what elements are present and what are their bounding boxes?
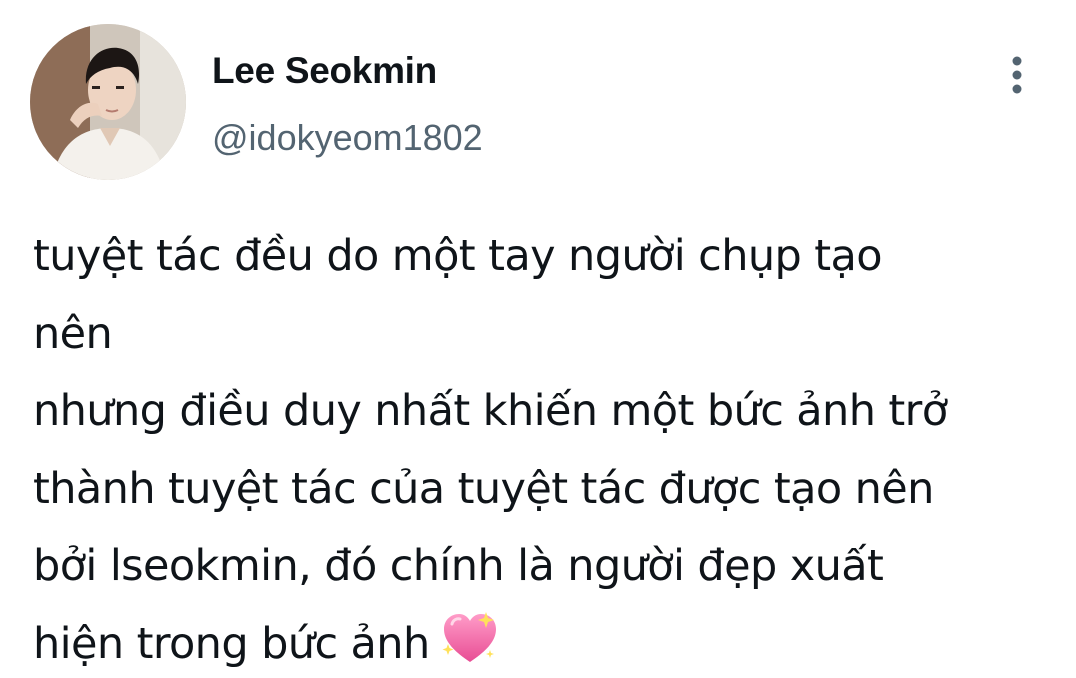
more-options-button[interactable] xyxy=(998,52,1036,98)
tweet-text-line: nhưng điều duy nhất khiến một bức ảnh tr… xyxy=(33,386,948,436)
tweet-card: Lee Seokmin @idokyeom1802 tuyệt tác đều … xyxy=(0,0,1076,678)
tweet-text-line: nên xyxy=(33,308,113,359)
tweet-text-line: thành tuyệt tác của tuyệt tác được tạo n… xyxy=(33,463,934,514)
author-handle[interactable]: @idokyeom1802 xyxy=(212,116,483,160)
author-display-name[interactable]: Lee Seokmin xyxy=(212,49,437,93)
tweet-text-line: bởi lseokmin, đó chính là người đẹp xuất xyxy=(33,541,884,591)
tweet-text-line-last: hiện trong bức ảnh xyxy=(33,606,1063,678)
tweet-text-line: tuyệt tác đều do một tay người chụp tạo xyxy=(33,231,883,281)
author-avatar[interactable] xyxy=(30,24,186,180)
more-vertical-icon xyxy=(1012,56,1022,94)
profile-photo xyxy=(30,24,186,180)
tweet-text-line-content: hiện trong bức ảnh xyxy=(33,618,430,669)
sparkling-heart-icon xyxy=(442,611,496,662)
tweet-text: tuyệt tác đều do một tay người chụp tạo … xyxy=(33,218,1063,678)
